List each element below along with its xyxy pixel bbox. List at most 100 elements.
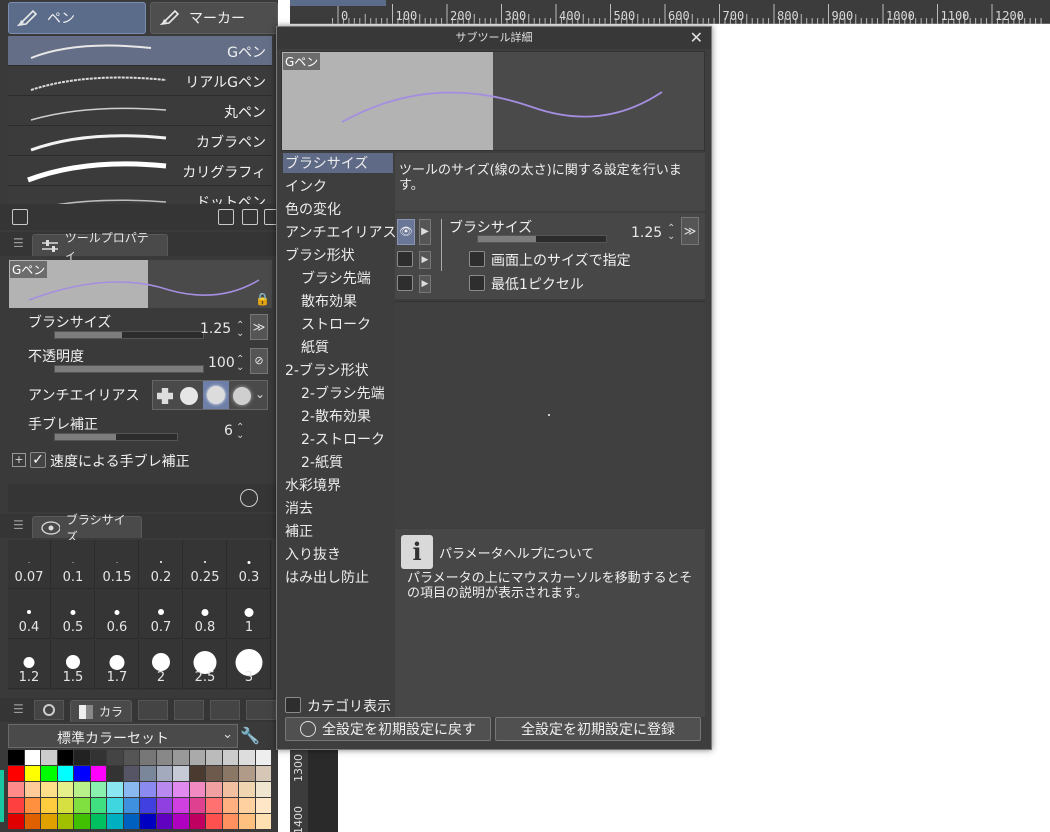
category-item[interactable]: 水彩境界 xyxy=(283,475,393,495)
color-swatch[interactable] xyxy=(74,750,90,765)
color-swatch[interactable] xyxy=(255,798,271,813)
color-swatch[interactable] xyxy=(74,766,90,781)
param-eye-toggle[interactable] xyxy=(397,251,413,267)
category-item[interactable]: はみ出し防止 xyxy=(283,567,393,587)
color-swatch[interactable] xyxy=(123,750,139,765)
color-swatch[interactable] xyxy=(24,798,40,813)
color-swatch[interactable] xyxy=(173,814,189,829)
antialias-weak-icon[interactable] xyxy=(180,387,198,405)
color-swatch[interactable] xyxy=(156,798,172,813)
category-item[interactable]: 消去 xyxy=(283,498,393,518)
color-swatch[interactable] xyxy=(255,750,271,765)
color-swatch[interactable] xyxy=(206,814,222,829)
spin-icon[interactable]: ⌃ ⌄ xyxy=(236,423,244,441)
speed-stabilization-checkbox[interactable]: ✓ xyxy=(30,452,46,468)
brush-size-preset[interactable]: 2.5 xyxy=(184,640,227,689)
color-wheel-tab[interactable] xyxy=(34,700,64,720)
opacity-value[interactable]: 100 xyxy=(208,355,235,371)
color-swatch[interactable] xyxy=(123,782,139,797)
brush-size-preset[interactable]: 0.25 xyxy=(184,540,227,589)
color-swatch[interactable] xyxy=(57,750,73,765)
brush-size-preset[interactable]: 0.8 xyxy=(184,590,227,639)
brush-size-preset[interactable]: 0.07 xyxy=(8,540,51,589)
eye-icon[interactable]: 👁 xyxy=(397,219,415,245)
brush-size-preset[interactable]: 0.1 xyxy=(52,540,95,589)
color-swatch[interactable] xyxy=(8,814,24,829)
color-swatch[interactable] xyxy=(173,766,189,781)
dynamics-icon[interactable]: ≫ xyxy=(681,217,699,245)
spin-icon[interactable]: ⌃ ⌄ xyxy=(236,355,244,373)
color-swatch[interactable] xyxy=(41,766,57,781)
color-swatch[interactable] xyxy=(140,782,156,797)
color-set-tab[interactable]: カラ xyxy=(70,700,132,722)
color-swatch[interactable] xyxy=(189,782,205,797)
color-swatch[interactable] xyxy=(156,766,172,781)
brush-size-preset[interactable]: 0.5 xyxy=(52,590,95,639)
brush-size-preset[interactable]: 2 xyxy=(140,640,183,689)
brush-size-slider[interactable] xyxy=(54,331,204,339)
brush-size-preset[interactable]: 0.3 xyxy=(228,540,271,589)
color-swatch[interactable] xyxy=(189,814,205,829)
subtool-item-dot-pen[interactable]: ドットペン xyxy=(8,186,272,204)
color-swatch[interactable] xyxy=(57,782,73,797)
category-item[interactable]: 入り抜き xyxy=(283,544,393,564)
register-all-button[interactable]: 全設定を初期設定に登録 xyxy=(495,717,701,741)
color-swatch[interactable] xyxy=(107,814,123,829)
panel-grip-icon[interactable]: ☰ xyxy=(13,518,24,532)
color-swatch[interactable] xyxy=(107,766,123,781)
category-item[interactable]: ブラシ形状 xyxy=(283,245,393,265)
color-swatch[interactable] xyxy=(74,798,90,813)
brush-size-preset[interactable]: 0.2 xyxy=(140,540,183,589)
color-swatch[interactable] xyxy=(222,766,238,781)
stabilization-slider[interactable] xyxy=(54,433,178,441)
color-swatch[interactable] xyxy=(24,766,40,781)
color-swatch[interactable] xyxy=(189,766,205,781)
category-item[interactable]: 2-ブラシ形状 xyxy=(283,360,393,380)
color-swatch[interactable] xyxy=(239,814,255,829)
color-swatch[interactable] xyxy=(123,814,139,829)
color-swatch[interactable] xyxy=(24,750,40,765)
color-swatch[interactable] xyxy=(57,814,73,829)
brush-size-preset[interactable]: 1.7 xyxy=(96,640,139,689)
color-swatch[interactable] xyxy=(140,766,156,781)
subtool-item-round-pen[interactable]: 丸ペン xyxy=(8,96,272,126)
antialias-none-icon[interactable] xyxy=(157,388,173,404)
color-swatch[interactable] xyxy=(90,750,106,765)
color-swatch[interactable] xyxy=(24,814,40,829)
category-item[interactable]: 2-ストローク xyxy=(299,429,393,449)
category-item[interactable]: ストローク xyxy=(299,314,393,334)
color-swatch[interactable] xyxy=(156,782,172,797)
color-swatch[interactable] xyxy=(24,782,40,797)
color-swatch[interactable] xyxy=(222,782,238,797)
color-swatch[interactable] xyxy=(8,782,24,797)
color-swatch[interactable] xyxy=(90,798,106,813)
approximate-color-tab[interactable] xyxy=(174,700,204,720)
category-item[interactable]: 2-ブラシ先端 xyxy=(299,383,393,403)
color-swatch[interactable] xyxy=(206,782,222,797)
color-swatch[interactable] xyxy=(173,798,189,813)
color-swatch[interactable] xyxy=(41,782,57,797)
color-swatch[interactable] xyxy=(173,750,189,765)
color-swatch[interactable] xyxy=(255,766,271,781)
brush-size-preset[interactable]: 0.7 xyxy=(140,590,183,639)
duplicate-icon[interactable] xyxy=(242,209,258,225)
color-swatch[interactable] xyxy=(74,814,90,829)
color-swatch[interactable] xyxy=(239,750,255,765)
color-swatch[interactable] xyxy=(41,798,57,813)
color-swatch[interactable] xyxy=(156,750,172,765)
subtool-item-g-pen[interactable]: Gペン xyxy=(8,36,272,66)
expand-arrow-icon[interactable]: ▶ xyxy=(419,219,431,245)
color-swatch[interactable] xyxy=(222,798,238,813)
color-swatch[interactable] xyxy=(140,814,156,829)
color-swatch[interactable] xyxy=(8,750,24,765)
color-swatch[interactable] xyxy=(255,814,271,829)
tool-tab-marker[interactable]: マーカー xyxy=(150,2,278,34)
category-item[interactable]: 紙質 xyxy=(299,337,393,357)
color-swatch[interactable] xyxy=(123,766,139,781)
panel-grip-icon[interactable]: ☰ xyxy=(13,236,24,250)
color-swatch[interactable] xyxy=(255,782,271,797)
brush-size-preset[interactable]: 0.15 xyxy=(96,540,139,589)
color-swatch[interactable] xyxy=(90,814,106,829)
subtool-settings-icon[interactable] xyxy=(12,209,28,225)
color-swatch[interactable] xyxy=(41,750,57,765)
